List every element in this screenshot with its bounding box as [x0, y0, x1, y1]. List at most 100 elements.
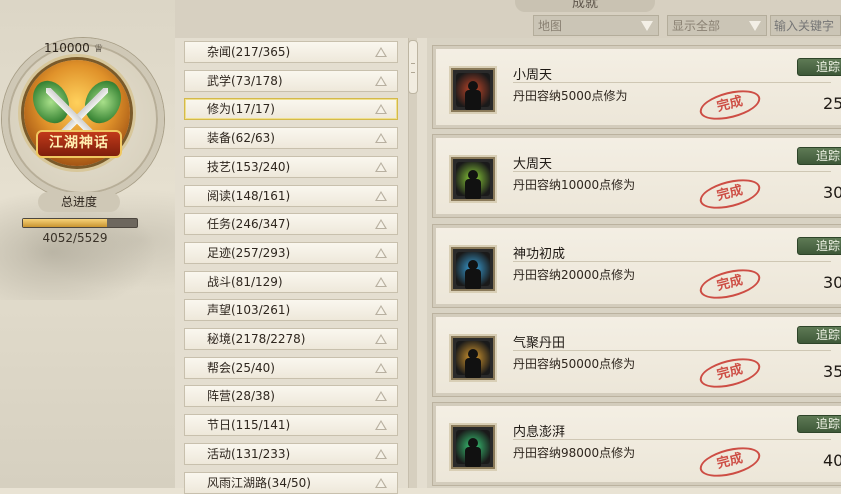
track-button[interactable]: 追踪 — [797, 325, 841, 344]
total-progress-fill — [23, 219, 107, 227]
dropdown-arrow-icon — [749, 21, 761, 31]
category-label: 战斗(81/129) — [207, 274, 283, 289]
achievement-icon — [451, 157, 495, 202]
keyword-search-input[interactable] — [770, 15, 841, 36]
meditation-figure-icon — [456, 162, 490, 200]
figure-body — [465, 447, 481, 468]
meditation-figure-icon — [456, 73, 490, 110]
achievement-points: 25 — [823, 94, 841, 113]
category-item[interactable]: 杂闻(217/365) — [184, 41, 398, 63]
profile-panel: 江湖神话 110000 ♕ 总进度 4052/5529 — [0, 0, 175, 488]
track-button[interactable]: 追踪 — [797, 147, 841, 166]
expand-arrow-icon[interactable] — [375, 477, 387, 488]
category-item[interactable]: 活动(131/233) — [184, 442, 398, 465]
expand-arrow-icon[interactable] — [375, 190, 387, 201]
achievement-card: 大周天 丹田容纳10000点修为 完成 追踪 30 — [432, 134, 841, 219]
achievement-points: 30 — [823, 183, 841, 203]
category-item[interactable]: 任务(246/347) — [184, 213, 398, 236]
category-scrollbar-thumb[interactable] — [408, 40, 418, 94]
expand-arrow-icon[interactable] — [375, 334, 387, 344]
category-filter-select[interactable]: 地图 — [533, 15, 659, 36]
completed-stamp: 完成 — [696, 174, 764, 215]
achievement-icon — [451, 246, 495, 291]
category-list: 杂闻(217/365) 武学(73/178) 修为(17/17) 装备(62/63) 技… — [175, 38, 427, 494]
category-label: 阅读(148/161) — [207, 188, 291, 203]
meditation-figure-icon — [456, 340, 490, 378]
track-button[interactable]: 追踪 — [797, 58, 841, 76]
achievement-points: 35 — [823, 361, 841, 381]
category-item[interactable]: 修为(17/17) — [184, 98, 398, 121]
achievement-description: 丹田容纳50000点修为 — [513, 356, 636, 371]
expand-arrow-icon[interactable] — [375, 133, 387, 144]
category-item[interactable]: 阅读(148/161) — [184, 184, 398, 207]
category-item[interactable]: 节日(115/141) — [184, 414, 398, 437]
achievement-points: 40 — [823, 451, 841, 471]
achievement-name: 神功初成 — [513, 246, 566, 262]
category-label: 风雨江湖路(34/50) — [207, 475, 311, 490]
achievement-name: 大周天 — [513, 157, 553, 173]
divider — [513, 171, 831, 173]
expand-arrow-icon[interactable] — [375, 391, 387, 402]
category-item[interactable]: 帮会(25/40) — [184, 356, 398, 379]
category-label: 技艺(153/240) — [207, 159, 291, 174]
track-button[interactable]: 追踪 — [797, 236, 841, 255]
total-progress-bar — [22, 218, 138, 228]
completed-stamp: 完成 — [696, 352, 764, 394]
expand-arrow-icon[interactable] — [375, 247, 387, 258]
achievement-score: 110000 ♕ — [44, 41, 104, 55]
achievement-description: 丹田容纳98000点修为 — [513, 446, 636, 461]
category-label: 帮会(25/40) — [207, 360, 275, 375]
achievement-points: 30 — [823, 272, 841, 292]
expand-arrow-icon[interactable] — [375, 448, 387, 459]
category-item[interactable]: 秘境(2178/2278) — [184, 328, 398, 350]
display-filter-select[interactable]: 显示全部 — [667, 15, 767, 36]
category-item[interactable]: 足迹(257/293) — [184, 241, 398, 264]
figure-body — [465, 90, 481, 110]
achievement-name: 气聚丹田 — [513, 335, 566, 351]
page-title: 成就 — [571, 0, 598, 11]
expand-arrow-icon[interactable] — [375, 161, 387, 172]
achievement-icon — [451, 68, 495, 112]
category-item[interactable]: 风雨江湖路(34/50) — [184, 471, 398, 494]
completed-stamp: 完成 — [696, 442, 764, 483]
meditation-figure-icon — [456, 430, 490, 468]
achievement-description: 丹田容纳5000点修为 — [513, 89, 628, 103]
achievement-card: 内息澎湃 丹田容纳98000点修为 完成 追踪 40 — [432, 402, 841, 487]
category-item[interactable]: 装备(62/63) — [184, 127, 398, 150]
figure-body — [465, 268, 481, 289]
track-button[interactable]: 追踪 — [797, 415, 841, 434]
category-label: 节日(115/141) — [207, 418, 291, 433]
achievement-card: 小周天丹田容纳5000点修为 完成 追踪 25 — [432, 45, 841, 129]
category-label: 足迹(257/293) — [207, 245, 291, 260]
category-item[interactable]: 技艺(153/240) — [184, 155, 398, 178]
completed-stamp: 完成 — [696, 263, 764, 304]
achievement-icon — [451, 425, 495, 470]
category-item[interactable]: 声望(103/261) — [184, 299, 398, 322]
category-item[interactable]: 武学(73/178) — [184, 69, 398, 92]
category-label: 声望(103/261) — [207, 303, 291, 318]
divider — [513, 439, 831, 441]
category-filter-value: 地图 — [538, 19, 563, 33]
expand-arrow-icon[interactable] — [375, 104, 387, 115]
category-item[interactable]: 阵营(28/38) — [184, 385, 398, 408]
expand-arrow-icon[interactable] — [375, 47, 387, 57]
category-scrollbar-track[interactable] — [408, 38, 417, 488]
display-filter-value: 显示全部 — [672, 19, 721, 33]
category-label: 杂闻(217/365) — [207, 45, 291, 59]
expand-arrow-icon[interactable] — [375, 219, 387, 230]
figure-body — [465, 357, 481, 378]
completed-stamp: 完成 — [696, 84, 764, 126]
category-label: 任务(246/347) — [207, 217, 291, 232]
achievement-card: 神功初成丹田容纳20000点修为 完成 追踪 30 — [432, 223, 841, 308]
emblem-title: 江湖神话 — [36, 130, 122, 158]
expand-arrow-icon[interactable] — [375, 276, 387, 287]
expand-arrow-icon[interactable] — [375, 362, 387, 373]
divider — [513, 82, 831, 83]
expand-arrow-icon[interactable] — [375, 75, 387, 86]
expand-arrow-icon[interactable] — [375, 420, 387, 431]
category-item[interactable]: 战斗(81/129) — [184, 270, 398, 293]
achievement-description: 丹田容纳20000点修为 — [513, 267, 636, 282]
expand-arrow-icon[interactable] — [375, 305, 387, 316]
achievement-list: 小周天 丹田容纳5000点修为 完成 追踪 25 大周天 丹田容纳10000点修为 完成 追踪 3… — [427, 38, 841, 488]
achievement-name: 小周天 — [513, 68, 553, 83]
